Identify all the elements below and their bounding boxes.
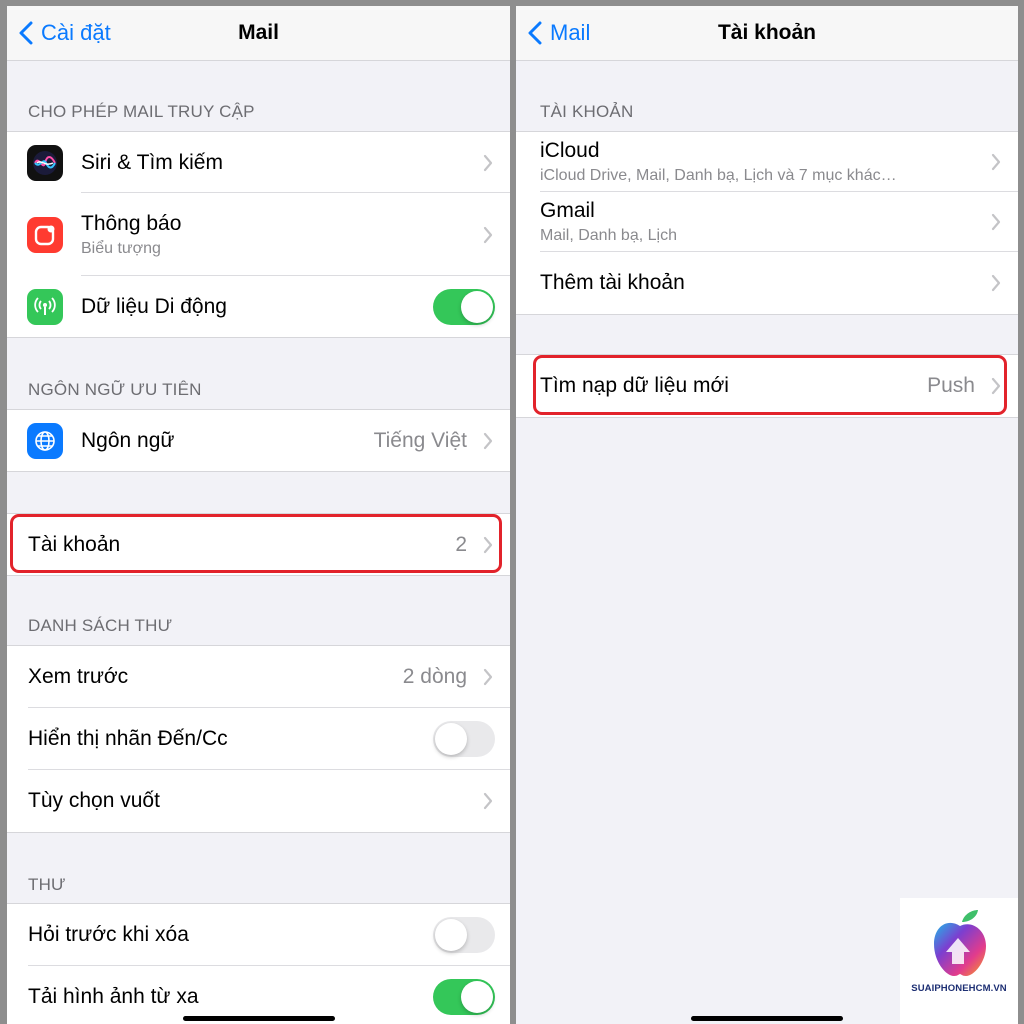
- chevron-right-icon: [483, 154, 493, 171]
- watermark-text: SUAIPHONEHCM.VN: [911, 983, 1007, 994]
- row-label: Ngôn ngữ: [81, 428, 175, 452]
- notifications-icon: [27, 216, 63, 253]
- row-notifications[interactable]: Thông báo Biểu tượng: [7, 193, 510, 276]
- row-label: Dữ liệu Di động: [81, 294, 227, 318]
- row-label: iCloud: [540, 139, 600, 162]
- row-accounts[interactable]: Tài khoản 2: [7, 514, 510, 575]
- row-subtitle: Mail, Danh bạ, Lịch: [540, 227, 677, 244]
- row-ask-before-delete: Hỏi trước khi xóa: [7, 904, 510, 966]
- globe-icon: [27, 422, 63, 459]
- section-header-message-list: DANH SÁCH THƯ: [28, 616, 173, 635]
- messages-group: Hỏi trước khi xóa Tải hình ảnh từ xa: [7, 903, 510, 1024]
- chevron-right-icon: [483, 792, 493, 810]
- row-label: Gmail: [540, 199, 595, 222]
- chevron-left-icon: [19, 21, 33, 45]
- message-list-group: Xem trước 2 dòng Hiển thị nhãn Đến/Cc Tù…: [7, 645, 510, 833]
- row-label: Tải hình ảnh từ xa: [28, 985, 199, 1008]
- row-gmail[interactable]: Gmail Mail, Danh bạ, Lịch: [516, 192, 1018, 252]
- load-remote-images-toggle[interactable]: [433, 979, 495, 1015]
- allow-access-group: Siri & Tìm kiếm Thông báo Biểu tượng Dữ …: [7, 131, 510, 338]
- back-button-settings[interactable]: Cài đặt: [19, 20, 111, 46]
- row-label: Hỏi trước khi xóa: [28, 923, 189, 946]
- row-label: Siri & Tìm kiếm: [81, 150, 223, 174]
- row-value: 2: [455, 532, 467, 556]
- chevron-right-icon: [483, 226, 493, 243]
- row-label: Thêm tài khoản: [540, 271, 685, 294]
- section-header-allow-access: CHO PHÉP MAIL TRUY CẬP: [28, 102, 255, 121]
- row-label: Thông báo: [81, 211, 182, 235]
- back-label: Mail: [550, 20, 591, 45]
- chevron-right-icon: [991, 377, 1001, 395]
- show-to-cc-toggle[interactable]: [433, 721, 495, 757]
- siri-icon: [27, 144, 63, 181]
- watermark: SUAIPHONEHCM.VN: [900, 898, 1018, 1024]
- chevron-right-icon: [991, 274, 1001, 292]
- section-header-messages: THƯ: [28, 875, 66, 894]
- chevron-right-icon: [991, 153, 1001, 171]
- row-language[interactable]: Ngôn ngữ Tiếng Việt: [7, 410, 510, 471]
- back-label: Cài đặt: [41, 20, 111, 45]
- row-label: Xem trước: [28, 665, 129, 688]
- back-button-mail[interactable]: Mail: [528, 20, 590, 46]
- row-subtitle: iCloud Drive, Mail, Danh bạ, Lịch và 7 m…: [540, 167, 897, 184]
- accounts-group: Tài khoản 2: [7, 513, 510, 576]
- row-show-to-cc: Hiển thị nhãn Đến/Cc: [7, 708, 510, 770]
- row-label: Hiển thị nhãn Đến/Cc: [28, 727, 228, 750]
- chevron-right-icon: [483, 432, 493, 449]
- section-header-preferred-language: NGÔN NGỮ ƯU TIÊN: [28, 380, 202, 399]
- row-value: Tiếng Việt: [373, 428, 467, 452]
- row-label: Tìm nạp dữ liệu mới: [540, 374, 729, 397]
- row-swipe-options[interactable]: Tùy chọn vuốt: [7, 770, 510, 832]
- chevron-right-icon: [991, 213, 1001, 231]
- accounts-list-group: iCloud iCloud Drive, Mail, Danh bạ, Lịch…: [516, 131, 1018, 315]
- nav-bar: Mail Tài khoản: [516, 6, 1018, 61]
- chevron-right-icon: [483, 536, 493, 553]
- page-title: Tài khoản: [717, 21, 817, 44]
- mail-settings-screen: Cài đặt Mail CHO PHÉP MAIL TRUY CẬP Siri…: [7, 6, 510, 1024]
- row-siri-search[interactable]: Siri & Tìm kiếm: [7, 132, 510, 193]
- row-preview[interactable]: Xem trước 2 dòng: [7, 646, 510, 708]
- row-icloud[interactable]: iCloud iCloud Drive, Mail, Danh bạ, Lịch…: [516, 132, 1018, 192]
- row-cellular-data: Dữ liệu Di động: [7, 276, 510, 337]
- row-label: Tùy chọn vuốt: [28, 789, 160, 812]
- row-value: Push: [927, 374, 975, 397]
- row-add-account[interactable]: Thêm tài khoản: [516, 252, 1018, 314]
- home-indicator: [182, 1016, 335, 1021]
- section-header-accounts: TÀI KHOẢN: [540, 102, 634, 121]
- cellular-antenna-icon: [27, 288, 63, 325]
- home-indicator: [691, 1016, 843, 1021]
- ask-before-delete-toggle[interactable]: [433, 917, 495, 953]
- cellular-data-toggle[interactable]: [433, 288, 495, 325]
- nav-bar: Cài đặt Mail: [7, 6, 510, 61]
- chevron-left-icon: [528, 21, 542, 45]
- row-fetch-new-data[interactable]: Tìm nạp dữ liệu mới Push: [516, 355, 1018, 417]
- row-value: 2 dòng: [402, 665, 467, 688]
- row-label: Tài khoản: [28, 532, 121, 556]
- language-group: Ngôn ngữ Tiếng Việt: [7, 409, 510, 472]
- fetch-group: Tìm nạp dữ liệu mới Push: [516, 354, 1018, 418]
- chevron-right-icon: [483, 668, 493, 686]
- accounts-screen: Mail Tài khoản TÀI KHOẢN iCloud iCloud D…: [516, 6, 1018, 1024]
- row-subtitle: Biểu tượng: [81, 239, 161, 257]
- apple-logo-icon: [934, 910, 986, 976]
